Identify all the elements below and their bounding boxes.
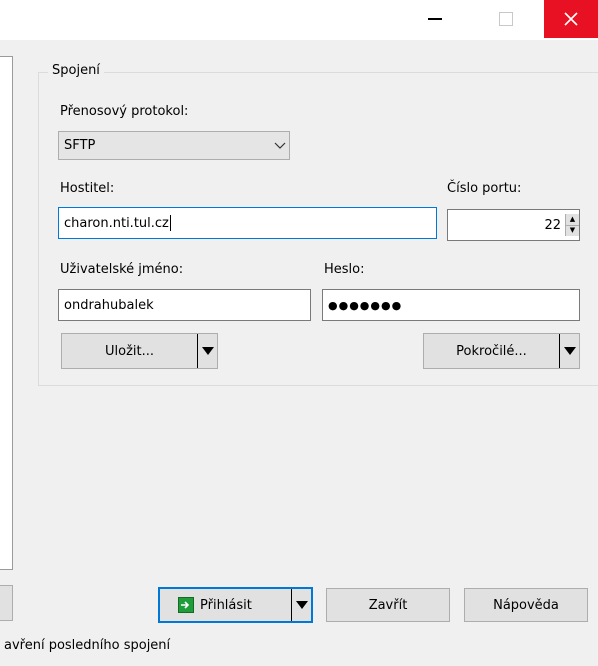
maximize-icon — [499, 12, 513, 26]
close-icon — [564, 12, 578, 26]
port-value: 22 — [544, 217, 561, 233]
login-button-label: Přihlásit — [200, 597, 252, 613]
save-dropdown-arrow[interactable] — [197, 334, 217, 368]
close-button-label: Zavřít — [368, 597, 408, 613]
password-input[interactable]: ●●●●●●● — [322, 289, 580, 321]
host-label: Hostitel: — [60, 181, 115, 196]
spin-down-icon[interactable]: ▼ — [566, 224, 579, 236]
protocol-label: Přenosový protokol: — [60, 104, 189, 119]
chevron-down-icon — [271, 142, 289, 150]
protocol-value: SFTP — [64, 138, 96, 153]
login-dropdown-arrow[interactable] — [291, 589, 311, 621]
help-button[interactable]: Nápověda — [464, 588, 588, 622]
advanced-dropdown-arrow[interactable] — [559, 334, 579, 368]
status-text: avření posledního spojení — [4, 638, 171, 653]
minimize-icon — [428, 18, 442, 20]
minimize-button[interactable] — [406, 0, 464, 38]
help-button-label: Nápověda — [493, 597, 559, 613]
session-group-title: Spojení — [48, 63, 104, 78]
dropdown-triangle-icon — [295, 601, 308, 609]
close-window-button[interactable] — [544, 0, 598, 38]
maximize-button[interactable] — [478, 0, 534, 38]
password-label: Heslo: — [324, 262, 365, 277]
host-input[interactable]: charon.nti.tul.cz — [58, 207, 437, 239]
save-button-label: Uložit... — [104, 343, 154, 359]
login-button[interactable]: Přihlásit — [158, 587, 313, 623]
port-label: Číslo portu: — [447, 181, 522, 196]
site-list-panel[interactable] — [0, 56, 13, 570]
text-caret — [169, 215, 171, 231]
advanced-button-label: Pokročilé... — [456, 343, 527, 359]
tools-button[interactable] — [0, 585, 13, 621]
username-input[interactable]: ondrahubalek — [58, 289, 311, 321]
close-button[interactable]: Zavřít — [326, 588, 450, 622]
port-spin-buttons: ▲ ▼ — [565, 214, 579, 236]
username-value: ondrahubalek — [64, 297, 154, 313]
password-value: ●●●●●●● — [328, 298, 403, 312]
host-value: charon.nti.tul.cz — [64, 215, 169, 231]
advanced-button[interactable]: Pokročilé... — [423, 333, 580, 369]
login-icon — [178, 597, 194, 613]
save-button[interactable]: Uložit... — [61, 333, 218, 369]
protocol-select[interactable]: SFTP — [58, 131, 290, 160]
dropdown-triangle-icon — [201, 347, 214, 355]
spin-up-icon[interactable]: ▲ — [566, 214, 579, 225]
port-stepper[interactable]: 22 ▲ ▼ — [447, 209, 580, 241]
dropdown-triangle-icon — [563, 347, 576, 355]
username-label: Uživatelské jméno: — [60, 262, 184, 277]
